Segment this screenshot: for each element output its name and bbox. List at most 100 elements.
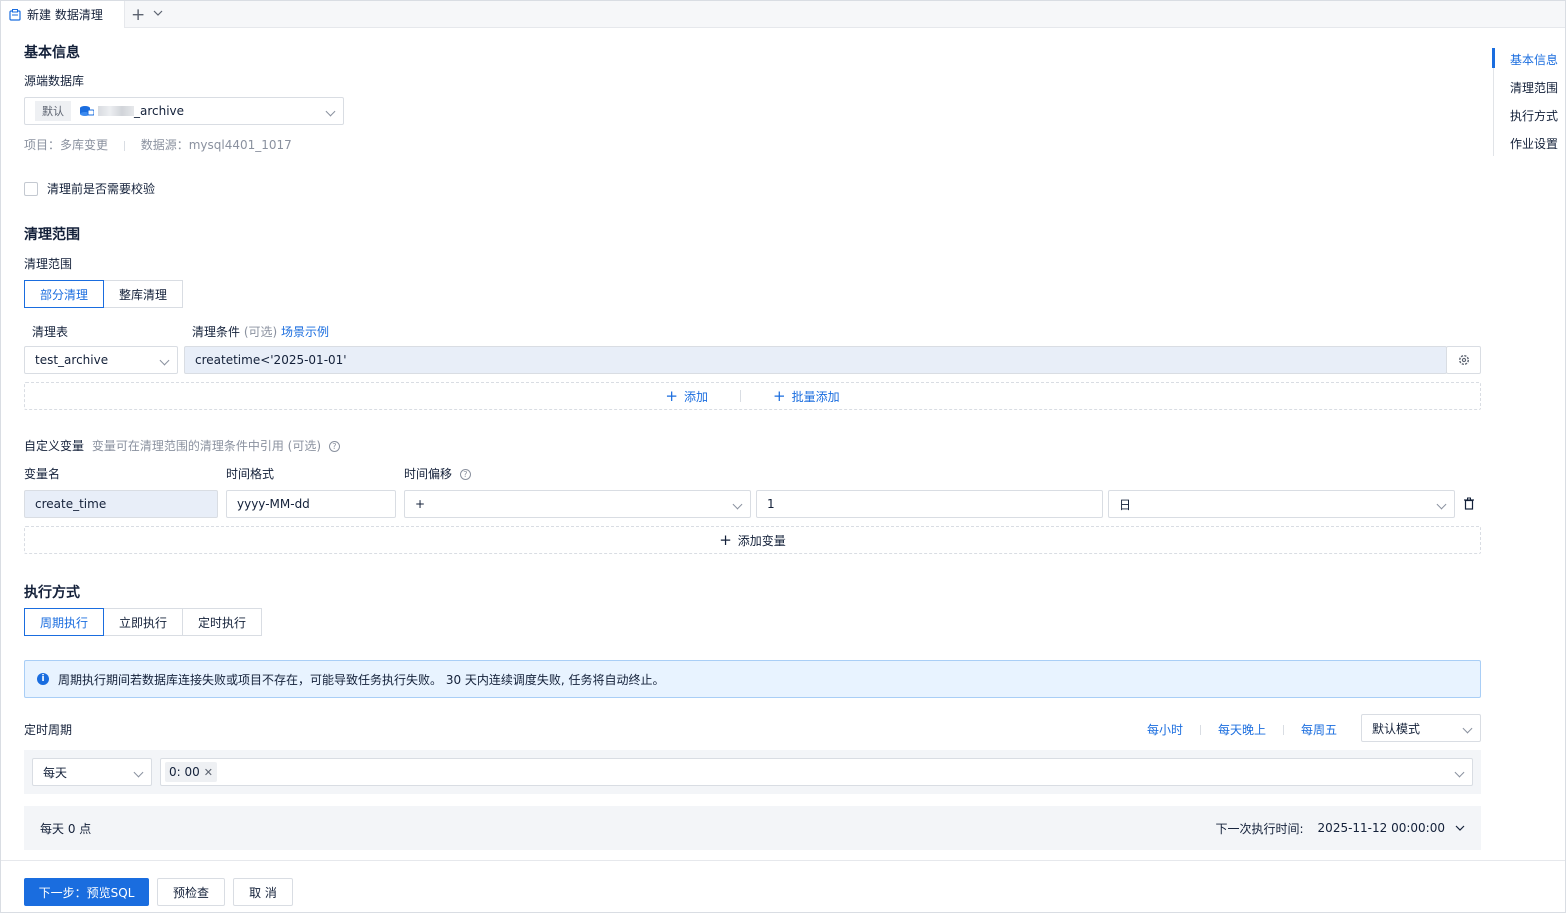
plus-icon: +	[665, 387, 678, 405]
mode-partial-cleanup[interactable]: 部分清理	[24, 280, 105, 308]
cleanup-table-select[interactable]: test_archive	[24, 346, 178, 374]
divider	[1200, 724, 1202, 735]
schedule-mode-value: 默认模式	[1372, 721, 1421, 736]
divider	[1283, 724, 1285, 735]
time-format-input[interactable]: yyyy-MM-dd	[226, 490, 396, 518]
next-run-label: 下一次执行时间:	[1215, 821, 1304, 836]
tab-new-data-cleanup[interactable]: 新建 数据清理	[1, 1, 125, 28]
chevron-down-icon	[1455, 825, 1465, 831]
var-name-col-label: 变量名	[24, 467, 61, 481]
divider	[740, 390, 741, 402]
next-preview-sql-button[interactable]: 下一步：预览SQL	[24, 878, 149, 906]
datasource-label: 数据源：	[140, 138, 189, 152]
custom-variables-header: 自定义变量 变量可在清理范围的清理条件中引用 (可选) ?	[24, 437, 340, 454]
batch-add-button[interactable]: + 批量添加	[773, 388, 840, 405]
db-name-suffix: _archive	[134, 104, 185, 118]
chevron-down-icon	[133, 767, 144, 778]
precheck-checkbox[interactable]	[24, 181, 38, 196]
add-variable-button[interactable]: + 添加变量	[24, 526, 1481, 554]
section-title-execution: 执行方式	[24, 585, 80, 601]
scope-field-label: 清理范围	[24, 257, 73, 271]
chevron-down-icon	[325, 106, 336, 117]
trash-icon[interactable]	[1463, 497, 1475, 510]
time-offset-col-label: 时间偏移	[404, 467, 453, 481]
period-label: 定时周期	[24, 723, 73, 737]
quick-link-hourly[interactable]: 每小时	[1147, 721, 1183, 738]
redacted-db-name	[98, 106, 134, 116]
help-icon[interactable]: ?	[328, 441, 340, 452]
database-task-icon	[9, 8, 21, 21]
anchor-execution-method[interactable]: 执行方式	[1510, 107, 1558, 124]
custom-variables-hint: 变量可在清理范围的清理条件中引用 (可选)	[91, 439, 322, 453]
table-col-label: 清理表	[32, 325, 69, 339]
source-db-select[interactable]: 默认 _archive	[24, 97, 344, 125]
cleanup-condition-input[interactable]: createtime<'2025-01-01'	[184, 346, 1447, 374]
close-icon[interactable]: ✕	[204, 766, 213, 779]
mode-periodic[interactable]: 周期执行	[24, 608, 105, 636]
condition-settings-button[interactable]	[1446, 346, 1481, 374]
anchor-basic-info[interactable]: 基本信息	[1510, 51, 1558, 68]
divider	[123, 140, 125, 151]
offset-sign-select[interactable]: +	[404, 490, 751, 518]
plus-icon: +	[773, 387, 786, 405]
datasource-value: mysql4401_1017	[188, 138, 292, 152]
time-format-col-label: 时间格式	[226, 467, 275, 481]
anchor-active-indicator	[1492, 48, 1495, 68]
variable-name-input[interactable]: create_time	[24, 490, 218, 518]
mode-full-db-cleanup[interactable]: 整库清理	[103, 280, 184, 308]
main-form: 基本信息 源端数据库 默认 _archive 项目：多库变更 数据源：mysql…	[0, 28, 1566, 860]
execution-mode-toggle: 周期执行 立即执行 定时执行	[24, 608, 263, 636]
frequency-select[interactable]: 每天	[32, 758, 152, 786]
optional-label: (可选)	[243, 325, 278, 339]
precheck-label: 清理前是否需要校验	[47, 182, 156, 196]
scenario-example-link[interactable]: 场景示例	[281, 325, 329, 339]
condition-value: createtime<'2025-01-01'	[195, 353, 347, 367]
database-icon	[79, 105, 95, 117]
precheck-option[interactable]: 清理前是否需要校验	[24, 180, 155, 197]
time-tag[interactable]: 0: 00 ✕	[165, 762, 217, 782]
section-anchor-nav: 基本信息 清理范围 执行方式 作业设置	[1492, 48, 1558, 156]
add-label: 添加	[683, 389, 708, 404]
mode-scheduled[interactable]: 定时执行	[182, 608, 263, 636]
condition-col-header: 清理条件 (可选) 场景示例	[192, 323, 329, 340]
frequency-value: 每天	[43, 765, 68, 780]
footer-actions: 下一步：预览SQL 预检查 取 消	[1, 860, 1565, 912]
notice-text: 周期执行期间若数据库连接失败或项目不存在，可能导致任务执行失败。 30 天内连续…	[58, 672, 665, 687]
plus-icon[interactable]: +	[131, 5, 145, 25]
time-multiselect[interactable]: 0: 00 ✕	[160, 758, 1473, 786]
quick-period-links: 每小时 每天晚上 每周五	[1147, 721, 1337, 738]
scope-mode-toggle: 部分清理 整库清理	[24, 280, 184, 308]
next-run-value: 2025-11-12 00:00:00	[1317, 821, 1445, 835]
chevron-down-icon	[1454, 767, 1465, 778]
variable-name-value: create_time	[35, 497, 107, 511]
info-icon: i	[37, 673, 49, 685]
offset-unit-value: 日	[1119, 497, 1132, 512]
next-run-info[interactable]: 下一次执行时间: 2025-11-12 00:00:00	[1216, 820, 1466, 837]
tab-title: 新建 数据清理	[27, 8, 103, 22]
quick-link-friday[interactable]: 每周五	[1301, 721, 1337, 738]
quick-link-nightly[interactable]: 每天晚上	[1218, 721, 1266, 738]
source-db-label: 源端数据库	[24, 74, 85, 88]
mode-immediate[interactable]: 立即执行	[103, 608, 184, 636]
schedule-mode-select[interactable]: 默认模式	[1361, 714, 1481, 742]
help-icon[interactable]: ?	[459, 469, 471, 480]
offset-sign-value: +	[415, 497, 426, 511]
cancel-button[interactable]: 取 消	[233, 878, 293, 906]
chevron-down-icon	[1436, 499, 1447, 510]
periodic-notice: i 周期执行期间若数据库连接失败或项目不存在，可能导致任务执行失败。 30 天内…	[24, 660, 1481, 698]
offset-unit-select[interactable]: 日	[1108, 490, 1455, 518]
add-button[interactable]: + 添加	[665, 388, 708, 405]
anchor-cleanup-scope[interactable]: 清理范围	[1510, 79, 1558, 96]
batch-add-label: 批量添加	[791, 389, 840, 404]
chevron-down-icon	[1462, 723, 1473, 734]
plus-icon: +	[719, 531, 732, 549]
gear-icon	[1458, 354, 1469, 366]
project-label: 项目：	[24, 138, 61, 152]
schedule-summary: 每天 0 点	[40, 821, 92, 836]
chevron-down-icon[interactable]	[152, 7, 164, 19]
section-title-scope: 清理范围	[24, 227, 80, 243]
precheck-button[interactable]: 预检查	[157, 878, 225, 906]
add-variable-label: 添加变量	[737, 533, 786, 548]
offset-amount-input[interactable]: 1	[756, 490, 1103, 518]
anchor-job-settings[interactable]: 作业设置	[1510, 135, 1558, 152]
